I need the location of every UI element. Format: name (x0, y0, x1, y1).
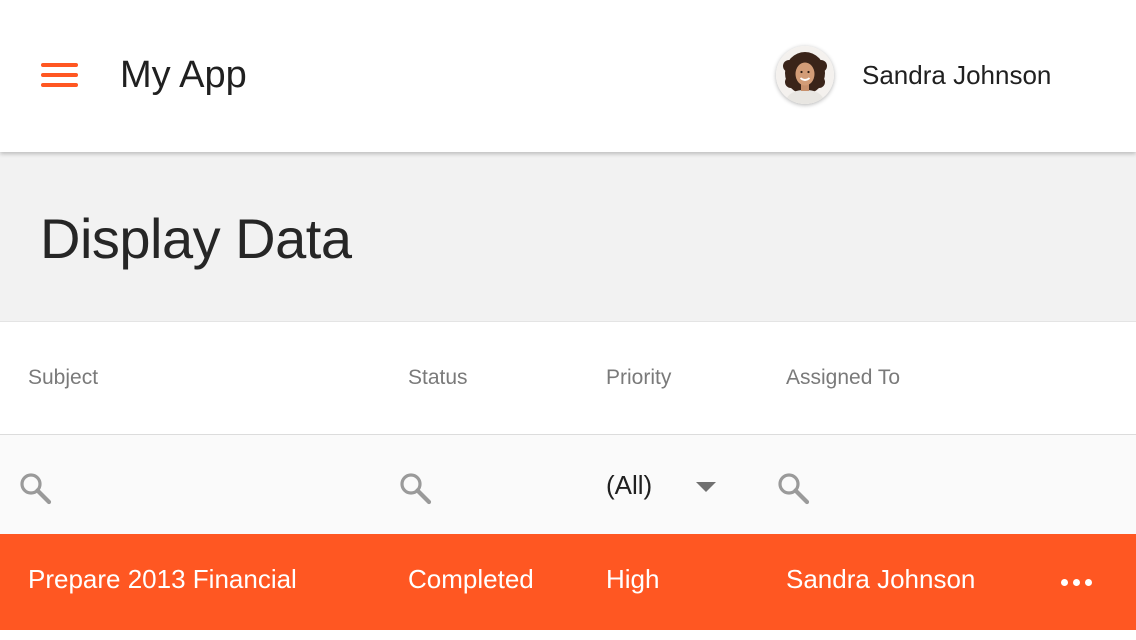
menu-icon-bar (41, 83, 78, 87)
search-icon[interactable] (18, 471, 52, 505)
data-grid: Subject Status Priority Assigned To (All… (0, 322, 1136, 630)
page-title: Display Data (40, 207, 352, 270)
cell-status: Completed (408, 564, 534, 594)
column-header-status[interactable]: Status (408, 366, 468, 390)
app-root: My App Sandra Johnson Display Data Subje… (0, 0, 1136, 640)
menu-icon-bar (41, 73, 78, 77)
cell-subject: Prepare 2013 Financial (28, 564, 297, 594)
filter-row: (All) (0, 435, 1136, 534)
menu-icon-bar (41, 63, 78, 67)
user-profile[interactable]: Sandra Johnson (776, 45, 1051, 105)
more-horizontal-icon (1060, 578, 1068, 586)
column-header-row: Subject Status Priority Assigned To (0, 322, 1136, 435)
table-row[interactable]: Prepare 2013 Financial Completed High Sa… (0, 534, 1136, 630)
app-title: My App (120, 54, 247, 96)
page-title-band: Display Data (0, 152, 1136, 322)
assigned-to-filter[interactable] (770, 435, 1136, 534)
status-filter[interactable] (390, 435, 590, 534)
hamburger-menu-button[interactable] (30, 50, 90, 100)
cell-priority: High (606, 564, 660, 594)
column-header-assigned-to[interactable]: Assigned To (786, 366, 900, 390)
avatar[interactable] (776, 46, 834, 104)
more-horizontal-icon (1072, 578, 1080, 586)
chevron-down-icon[interactable] (696, 482, 716, 492)
user-name[interactable]: Sandra Johnson (862, 60, 1051, 91)
priority-filter-value: (All) (606, 469, 653, 500)
column-header-priority[interactable]: Priority (606, 366, 671, 390)
subject-filter[interactable] (0, 435, 390, 534)
more-options-button[interactable] (1054, 562, 1098, 602)
search-icon[interactable] (776, 471, 810, 505)
avatar-photo-icon (776, 46, 834, 104)
column-header-subject[interactable]: Subject (28, 366, 98, 390)
search-icon[interactable] (398, 471, 432, 505)
more-horizontal-icon (1084, 578, 1092, 586)
priority-filter-select[interactable]: (All) (606, 465, 726, 505)
cell-assigned-to: Sandra Johnson (786, 564, 976, 594)
app-header: My App Sandra Johnson (0, 0, 1136, 152)
